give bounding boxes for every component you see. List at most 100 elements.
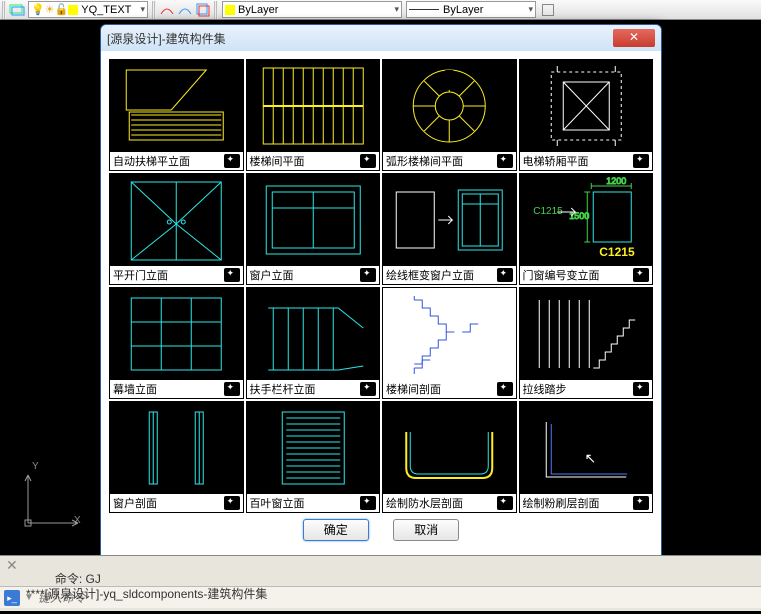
command-prompt-icon[interactable]: ▸_ — [4, 590, 20, 606]
expand-icon — [497, 154, 513, 168]
item-label: 绘制防水层剖面 — [386, 495, 463, 511]
hist-line-2: ****[源泉设计]-yq_sldcomponents-建筑构件集 — [26, 587, 267, 601]
close-button[interactable]: ✕ — [613, 29, 655, 47]
layer-props-icon[interactable] — [8, 1, 26, 19]
component-item-railing[interactable]: 扶手栏杆立面 — [246, 287, 381, 399]
toolbar-grip-3[interactable] — [214, 1, 218, 19]
dialog-title: [源泉设计]-建筑构件集 — [107, 30, 226, 47]
lineweight-swatch[interactable] — [542, 4, 554, 16]
item-label: 楼梯间平面 — [250, 153, 305, 169]
command-area: ✕ 命令: GJ ****[源泉设计]-yq_sldcomponents-建筑构件… — [0, 555, 761, 611]
thumb — [110, 174, 243, 266]
dialog-buttons: 确定 取消 — [109, 513, 653, 551]
layer-iso-icon[interactable] — [176, 1, 194, 19]
thumb — [520, 60, 653, 152]
expand-icon — [224, 382, 240, 396]
linetype-label: ByLayer — [443, 4, 483, 16]
thumb — [247, 174, 380, 266]
lightbulb-icon: 💡 — [31, 3, 45, 16]
expand-icon — [633, 496, 649, 510]
lock-icon: 🔓 — [55, 3, 69, 16]
item-label: 弧形楼梯间平面 — [386, 153, 463, 169]
component-item-plaster[interactable]: ↖ 绘制粉刷层剖面 — [519, 401, 654, 513]
component-item-escalator[interactable]: 自动扶梯平立面 — [109, 59, 244, 171]
item-label: 拉线踏步 — [523, 381, 567, 397]
layer-walk-icon[interactable] — [194, 1, 212, 19]
thumb — [383, 288, 516, 380]
thumb — [520, 288, 653, 380]
toolbar-grip[interactable] — [2, 1, 6, 19]
component-item-window-elev[interactable]: 窗户立面 — [246, 173, 381, 285]
expand-icon — [633, 382, 649, 396]
component-item-line2window[interactable]: 绘线框变窗户立面 — [382, 173, 517, 285]
expand-icon — [633, 154, 649, 168]
component-item-stair-plan[interactable]: 楼梯间平面 — [246, 59, 381, 171]
color-dropdown[interactable]: ByLayer ▾ — [222, 1, 402, 18]
thumb — [247, 402, 380, 494]
component-dialog: [源泉设计]-建筑构件集 ✕ 自动扶梯平立面 楼梯间平面 弧形楼梯间平面 电梯轿… — [100, 24, 662, 560]
ucs-x-label: X — [74, 515, 81, 526]
component-grid: 自动扶梯平立面 楼梯间平面 弧形楼梯间平面 电梯轿厢平面 平开门立面 窗户 — [109, 59, 653, 513]
expand-icon — [360, 496, 376, 510]
expand-icon — [224, 268, 240, 282]
item-label: 幕墙立面 — [113, 381, 157, 397]
color-label: ByLayer — [238, 4, 278, 16]
item-label: 楼梯间剖面 — [386, 381, 441, 397]
thumb — [110, 60, 243, 152]
sun-icon: ☀ — [45, 3, 55, 16]
top-toolbar: 💡 ☀ 🔓 YQ_TEXT ▾ ByLayer ▾ ByLayer ▾ — [0, 0, 761, 20]
thumb — [247, 60, 380, 152]
component-item-stair-section[interactable]: 楼梯间剖面 — [382, 287, 517, 399]
match-layer-icon[interactable] — [158, 1, 176, 19]
item-label: 窗户立面 — [250, 267, 294, 283]
dialog-body: 自动扶梯平立面 楼梯间平面 弧形楼梯间平面 电梯轿厢平面 平开门立面 窗户 — [101, 51, 661, 559]
chevron-down-icon: ▾ — [394, 4, 399, 15]
item-label: 百叶窗立面 — [250, 495, 305, 511]
linetype-dropdown[interactable]: ByLayer ▾ — [406, 1, 536, 18]
expand-icon — [224, 496, 240, 510]
component-item-waterproof[interactable]: 绘制防水层剖面 — [382, 401, 517, 513]
component-item-step-line[interactable]: 拉线踏步 — [519, 287, 654, 399]
expand-icon — [497, 268, 513, 282]
linetype-preview — [409, 9, 439, 10]
ucs-icon: X Y — [18, 463, 88, 536]
item-label: 电梯轿厢平面 — [523, 153, 589, 169]
item-label: 绘制粉刷层剖面 — [523, 495, 600, 511]
thumb — [383, 60, 516, 152]
hist-line-1: 命令: GJ — [55, 572, 101, 586]
expand-icon — [633, 268, 649, 282]
thumb — [110, 402, 243, 494]
toolbar-grip-2[interactable] — [152, 1, 156, 19]
command-history: ✕命令: GJ ****[源泉设计]-yq_sldcomponents-建筑构件… — [0, 556, 761, 586]
item-label: 平开门立面 — [113, 267, 168, 283]
cursor-icon: ↖ — [585, 450, 597, 467]
svg-text:1200: 1200 — [606, 176, 626, 186]
expand-icon — [497, 382, 513, 396]
item-label: 自动扶梯平立面 — [113, 153, 190, 169]
layer-name: YQ_TEXT — [81, 4, 131, 16]
thumb — [383, 402, 516, 494]
thumb — [383, 174, 516, 266]
component-item-curtain-wall[interactable]: 幕墙立面 — [109, 287, 244, 399]
expand-icon — [497, 496, 513, 510]
thumb — [247, 288, 380, 380]
close-history-icon[interactable]: ✕ — [6, 558, 18, 572]
layer-dropdown[interactable]: 💡 ☀ 🔓 YQ_TEXT ▾ — [28, 1, 148, 18]
component-item-louver[interactable]: 百叶窗立面 — [246, 401, 381, 513]
chevron-down-icon: ▾ — [528, 4, 533, 15]
component-item-tag2elev[interactable]: 12001500C1215C1215 门窗编号变立面 — [519, 173, 654, 285]
item-label: 窗户剖面 — [113, 495, 157, 511]
component-item-elevator[interactable]: 电梯轿厢平面 — [519, 59, 654, 171]
ucs-y-label: Y — [32, 461, 39, 472]
component-item-door-elev[interactable]: 平开门立面 — [109, 173, 244, 285]
color-swatch — [225, 5, 235, 15]
expand-icon — [360, 154, 376, 168]
layer-color-swatch — [68, 5, 78, 15]
ok-button[interactable]: 确定 — [303, 519, 369, 541]
component-item-window-section[interactable]: 窗户剖面 — [109, 401, 244, 513]
svg-text:C1215: C1215 — [599, 245, 635, 259]
dialog-titlebar[interactable]: [源泉设计]-建筑构件集 ✕ — [101, 25, 661, 51]
cancel-button[interactable]: 取消 — [393, 519, 459, 541]
expand-icon — [360, 268, 376, 282]
component-item-arc-stair[interactable]: 弧形楼梯间平面 — [382, 59, 517, 171]
